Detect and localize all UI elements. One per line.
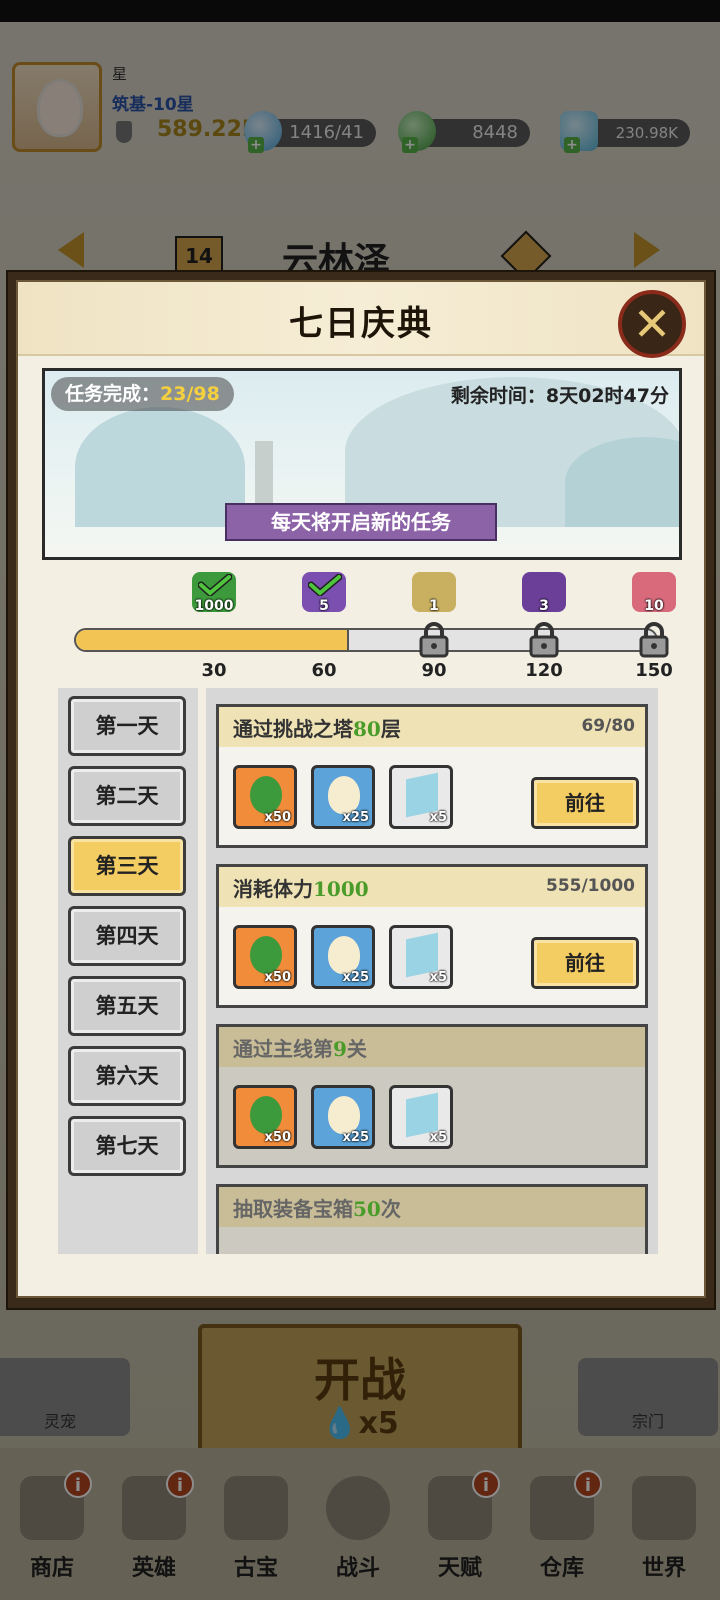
task-title-suffix: 关	[346, 1037, 367, 1061]
task-label: 任务完成：	[65, 383, 161, 405]
milestone-reward-qty: 3	[539, 598, 549, 614]
milestone[interactable]: 1000 30	[184, 572, 244, 682]
reward-qty: x50	[264, 1130, 291, 1145]
lock-icon	[528, 622, 560, 658]
task-title-text: 消耗体力	[233, 877, 313, 901]
task-header: 抽取装备宝箱50次	[219, 1187, 645, 1227]
reward-qty: x5	[429, 970, 447, 985]
money-bag-icon	[250, 936, 282, 974]
tab-day-6[interactable]: 第六天	[68, 1046, 186, 1106]
lock-icon	[638, 622, 670, 658]
go-button[interactable]: 前往	[531, 777, 639, 829]
task-title-num: 50	[353, 1197, 381, 1221]
task-progress: 69/80	[581, 716, 635, 736]
reward-qty: x50	[264, 810, 291, 825]
milestone-reward-qty: 1	[429, 598, 439, 614]
task-card: 通过挑战之塔80层 69/80 x50 x25 x5 前往	[216, 704, 648, 848]
milestone-reward-qty: 10	[644, 598, 664, 614]
tab-day-5[interactable]: 第五天	[68, 976, 186, 1036]
seven-day-modal: 七日庆典 ✕ 任务完成：23/98 剩余时间：8天02时47分 每天将开启新的任…	[6, 270, 716, 1310]
milestone-reward-qty: 5	[319, 598, 329, 614]
close-button[interactable]: ✕	[618, 290, 686, 358]
tab-day-7[interactable]: 第七天	[68, 1116, 186, 1176]
task-title: 抽取装备宝箱50次	[233, 1193, 401, 1222]
task-progress: 555/1000	[545, 876, 635, 896]
modal-body: 七日庆典 ✕ 任务完成：23/98 剩余时间：8天02时47分 每天将开启新的任…	[16, 280, 706, 1298]
milestone-value: 120	[525, 660, 563, 681]
money-bag-icon	[250, 1096, 282, 1134]
daily-note: 每天将开启新的任务	[225, 503, 497, 541]
task-completion: 任务完成：23/98	[51, 377, 234, 411]
modal-title: 七日庆典	[289, 304, 433, 344]
reward-item[interactable]: x25	[311, 925, 375, 989]
event-banner: 任务完成：23/98 剩余时间：8天02时47分 每天将开启新的任务	[42, 368, 682, 560]
task-title: 消耗体力1000	[233, 873, 369, 902]
reward-item[interactable]: x50	[233, 1085, 297, 1149]
tab-day-3[interactable]: 第三天	[68, 836, 186, 896]
egg-icon	[328, 936, 360, 974]
task-title-suffix: 次	[380, 1197, 401, 1221]
task-card: 通过主线第9关 x50 x25 x5	[216, 1024, 648, 1168]
task-card: 抽取装备宝箱50次	[216, 1184, 648, 1254]
reward-qty: x5	[429, 1130, 447, 1145]
task-title-num: 80	[353, 717, 381, 741]
task-title-num: 1000	[313, 877, 369, 901]
day-tabs: 第一天 第二天 第三天 第四天 第五天 第六天 第七天	[58, 688, 198, 1254]
egg-icon	[328, 776, 360, 814]
mountain-decor	[75, 407, 245, 527]
go-button[interactable]: 前往	[531, 937, 639, 989]
milestone[interactable]: 1 90	[404, 572, 464, 682]
task-header: 通过主线第9关	[219, 1027, 645, 1067]
check-icon	[307, 573, 343, 598]
milestone[interactable]: 10 150	[624, 572, 684, 682]
task-title-text: 通过主线第	[233, 1037, 333, 1061]
reward-qty: x25	[342, 810, 369, 825]
tab-day-1[interactable]: 第一天	[68, 696, 186, 756]
remaining-time: 剩余时间：8天02时47分	[450, 385, 669, 407]
modal-header: 七日庆典 ✕	[18, 282, 704, 358]
money-bag-icon	[250, 776, 282, 814]
task-header: 通过挑战之塔80层 69/80	[219, 707, 645, 747]
reward-qty: x25	[342, 1130, 369, 1145]
close-icon: ✕	[632, 297, 672, 351]
milestone-track: 1000 30 5 60 1 90 3 120 10 150	[18, 572, 704, 682]
tab-day-4[interactable]: 第四天	[68, 906, 186, 966]
egg-icon	[328, 1096, 360, 1134]
lock-icon	[418, 622, 450, 658]
milestone[interactable]: 3 120	[514, 572, 574, 682]
task-title-suffix: 层	[380, 717, 401, 741]
milestone-value: 150	[635, 660, 673, 681]
reward-item[interactable]: x25	[311, 1085, 375, 1149]
task-title: 通过主线第9关	[233, 1033, 367, 1062]
check-icon	[197, 573, 233, 598]
task-title: 通过挑战之塔80层	[233, 713, 401, 742]
tab-day-2[interactable]: 第二天	[68, 766, 186, 826]
reward-item[interactable]: x50	[233, 765, 297, 829]
reward-item[interactable]: x5	[389, 765, 453, 829]
reward-item[interactable]: x25	[311, 765, 375, 829]
task-title-num: 9	[333, 1037, 347, 1061]
task-list[interactable]: 通过挑战之塔80层 69/80 x50 x25 x5 前往 消耗体力1000 5…	[206, 688, 658, 1254]
reward-qty: x5	[429, 810, 447, 825]
task-title-text: 通过挑战之塔	[233, 717, 353, 741]
pagoda-decor	[255, 441, 273, 511]
milestone-reward-qty: 1000	[194, 598, 234, 614]
milestone-value: 90	[421, 660, 447, 681]
reward-item[interactable]: x5	[389, 1085, 453, 1149]
milestone-value: 60	[311, 660, 337, 681]
milestone-value: 30	[201, 660, 227, 681]
milestone[interactable]: 5 60	[294, 572, 354, 682]
reward-qty: x50	[264, 970, 291, 985]
task-title-text: 抽取装备宝箱	[233, 1197, 353, 1221]
task-value: 23/98	[160, 383, 220, 405]
task-header: 消耗体力1000 555/1000	[219, 867, 645, 907]
task-card: 消耗体力1000 555/1000 x50 x25 x5 前往	[216, 864, 648, 1008]
reward-item[interactable]: x5	[389, 925, 453, 989]
reward-item[interactable]: x50	[233, 925, 297, 989]
reward-qty: x25	[342, 970, 369, 985]
